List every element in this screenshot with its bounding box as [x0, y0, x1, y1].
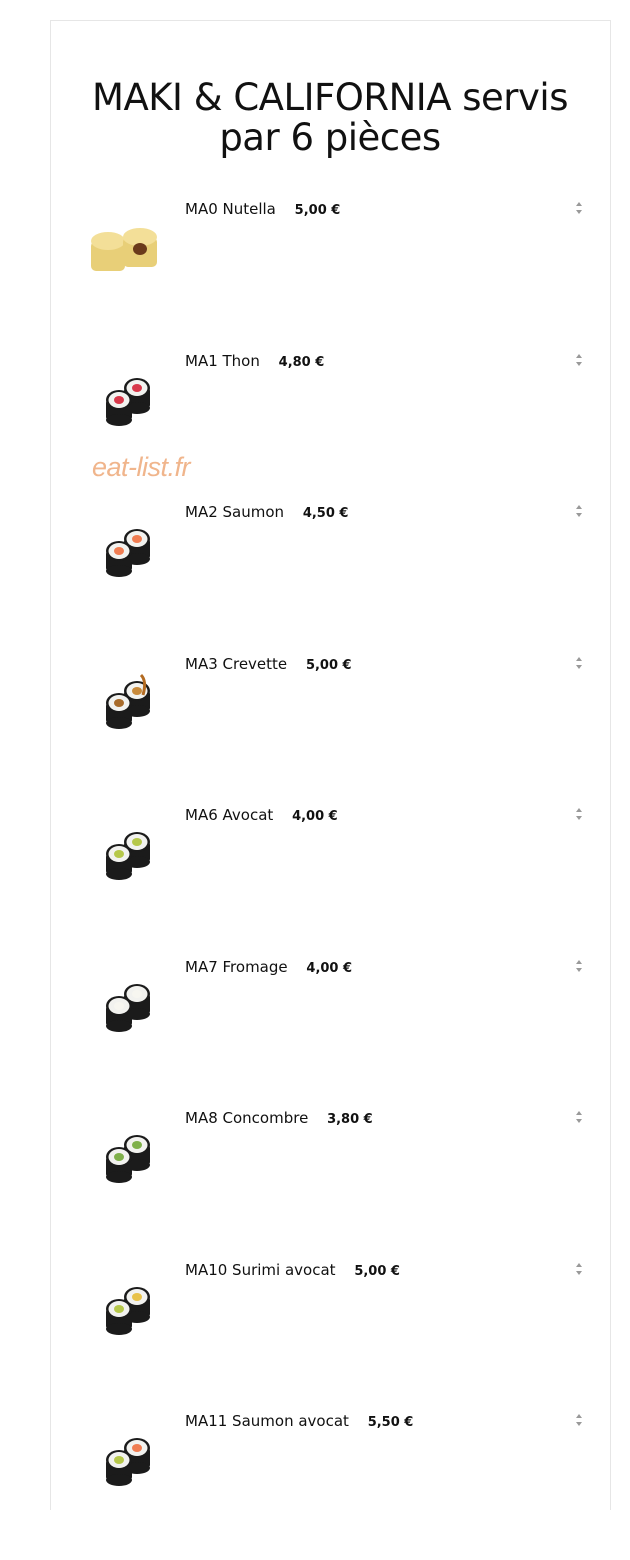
shrimp-maki-image [106, 673, 150, 729]
menu-item: MA10 Surimi avocat 5,00 € [75, 1261, 595, 1409]
menu-item: MA7 Fromage 4,00 € [75, 958, 595, 1106]
menu-item-name: MA3 Crevette [185, 654, 288, 673]
menu-item-image [80, 663, 170, 753]
salmon-maki-image [106, 529, 150, 577]
quantity-stepper[interactable] [572, 199, 586, 217]
tuna-maki-image [106, 377, 150, 426]
nutella-roll-image [91, 228, 157, 271]
menu-item-name: MA7 Fromage [185, 957, 288, 976]
spinner-arrows-icon[interactable] [574, 352, 584, 368]
spinner-arrows-icon[interactable] [574, 806, 584, 822]
menu-item-text: MA10 Surimi avocat 5,00 € [185, 1261, 400, 1279]
menu-item-price: 4,00 € [306, 960, 353, 976]
page-title: MAKI & CALIFORNIA servis par 6 pièces [60, 78, 600, 158]
menu-item: MA11 Saumon avocat 5,50 € [75, 1412, 595, 1560]
menu-item-name: MA2 Saumon [185, 503, 285, 521]
menu-item: MA8 Concombre 3,80 € [75, 1109, 595, 1257]
spinner-arrows-icon[interactable] [574, 958, 584, 974]
menu-item-text: MA1 Thon 4,80 € [185, 352, 324, 370]
menu-item-name: MA0 Nutella [185, 200, 276, 218]
quantity-stepper[interactable] [572, 1260, 586, 1278]
menu-item: MA3 Crevette 5,00 € [75, 655, 595, 803]
menu-item-name: MA10 Surimi avocat [185, 1260, 336, 1279]
menu-item-name: MA8 Concombre [185, 1109, 309, 1127]
menu-item-image [80, 1117, 170, 1207]
quantity-stepper[interactable] [572, 957, 586, 975]
quantity-stepper[interactable] [572, 502, 586, 520]
menu-item-text: MA6 Avocat 4,00 € [185, 806, 338, 824]
avocado-maki-image [106, 832, 150, 880]
quantity-stepper[interactable] [572, 805, 586, 823]
menu-item-text: MA11 Saumon avocat 5,50 € [185, 1412, 413, 1430]
quantity-stepper[interactable] [572, 351, 586, 369]
menu-item-price: 3,80 € [327, 1112, 373, 1127]
menu-item-name: MA1 Thon [185, 351, 260, 370]
menu-item-text: MA8 Concombre 3,80 € [185, 1109, 373, 1127]
menu-item-name: MA11 Saumon avocat [185, 1412, 349, 1430]
menu-item-price: 5,00 € [305, 657, 352, 673]
spinner-arrows-icon[interactable] [574, 1412, 584, 1428]
cucumber-maki-image [106, 1135, 150, 1183]
spinner-arrows-icon[interactable] [574, 1109, 584, 1125]
menu-item-price: 5,50 € [367, 1415, 414, 1430]
menu-item-price: 5,00 € [354, 1263, 400, 1279]
menu-item-name: MA6 Avocat [185, 806, 274, 824]
menu-item-image [80, 360, 170, 450]
menu-item-text: MA2 Saumon 4,50 € [185, 503, 348, 521]
menu-item-text: MA3 Crevette 5,00 € [185, 655, 352, 673]
surimi-avocado-maki-image [106, 1286, 150, 1335]
quantity-stepper[interactable] [572, 1411, 586, 1429]
menu-item-price: 4,50 € [302, 506, 349, 521]
menu-item-image [80, 966, 170, 1056]
salmon-avocado-maki-image [106, 1438, 150, 1486]
menu-item-price: 5,00 € [294, 203, 341, 218]
quantity-stepper[interactable] [572, 1108, 586, 1126]
menu-item-image [80, 814, 170, 904]
menu-item-price: 4,00 € [292, 809, 338, 824]
menu-item-text: MA0 Nutella 5,00 € [185, 200, 340, 218]
menu-item-price: 4,80 € [278, 354, 325, 370]
menu-item-image [80, 1269, 170, 1359]
menu-item-image [80, 511, 170, 601]
menu-item: MA6 Avocat 4,00 € [75, 806, 595, 954]
menu-item: MA0 Nutella 5,00 € [75, 200, 595, 348]
spinner-arrows-icon[interactable] [574, 200, 584, 216]
menu-item-image [80, 208, 170, 298]
menu-item-text: MA7 Fromage 4,00 € [185, 958, 352, 976]
quantity-stepper[interactable] [572, 654, 586, 672]
spinner-arrows-icon[interactable] [574, 655, 584, 671]
menu-item: MA1 Thon 4,80 € [75, 352, 595, 500]
menu-item-image [80, 1420, 170, 1510]
cheese-maki-image [106, 983, 150, 1032]
spinner-arrows-icon[interactable] [574, 503, 584, 519]
title-line-1: MAKI & CALIFORNIA servis [92, 76, 568, 119]
title-line-2: par 6 pièces [219, 116, 441, 159]
menu-item: MA2 Saumon 4,50 € [75, 503, 595, 651]
spinner-arrows-icon[interactable] [574, 1261, 584, 1277]
